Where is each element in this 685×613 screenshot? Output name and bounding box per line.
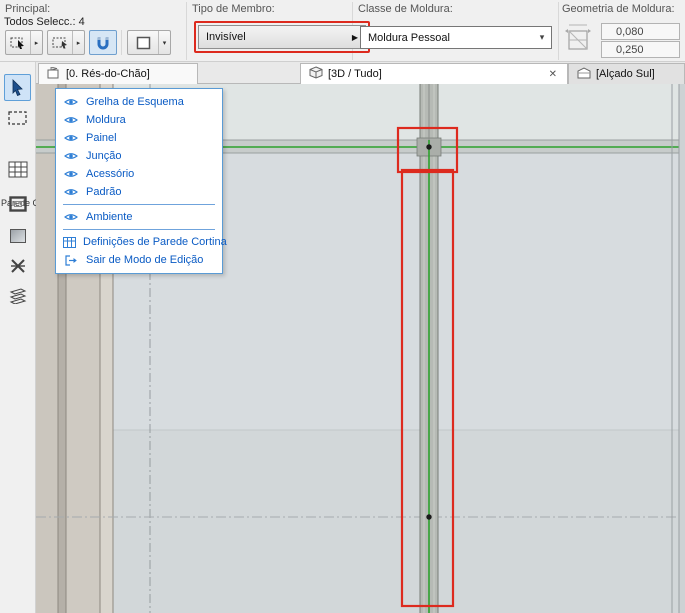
frame-tool[interactable] — [4, 190, 31, 217]
lower-panel-zone — [36, 430, 685, 613]
accessory-icon — [8, 288, 28, 304]
junction-icon — [9, 257, 27, 275]
tab-label: [0. Rés-do-Chão] — [66, 68, 150, 80]
cube-3d-icon — [309, 66, 323, 82]
tab-3d-all[interactable]: [3D / Tudo] ✕ — [300, 63, 568, 84]
tab-label: [Alçado Sul] — [596, 68, 655, 80]
menu-item-junction[interactable]: Junção — [56, 147, 222, 165]
tab-ground-floor[interactable]: [0. Rés-do-Chão] — [38, 63, 198, 84]
tutorial-highlight-box: Invisível ▶ — [194, 21, 370, 53]
select-members-button[interactable]: ▸ — [5, 30, 43, 55]
frame-class-combobox[interactable]: Moldura Pessoal ▾ — [360, 26, 552, 49]
frame-depth-value: 0,250 — [616, 44, 644, 56]
application-window: Principal: Todos Selecc.: 4 ▸ ▸ ▾ — [0, 0, 685, 613]
menu-item-label: Acessório — [86, 168, 134, 180]
menu-item-curtain-wall-settings[interactable]: Definições de Parede Cortina — [56, 233, 222, 251]
elevation-icon — [577, 67, 591, 82]
story-icon — [47, 67, 61, 82]
marquee-cursor-icon — [48, 36, 72, 50]
principal-section-label: Principal: — [5, 3, 50, 15]
close-icon[interactable]: ✕ — [547, 69, 559, 80]
cursor-marquee-icon — [6, 36, 30, 50]
menu-item-label: Junção — [86, 150, 121, 162]
edit-mode-display-menu: Grelha de Esquema Moldura Painel Junção … — [55, 88, 223, 274]
scheme-grid-tool[interactable] — [4, 156, 31, 183]
member-type-dropdown[interactable]: Invisível ▶ — [198, 25, 366, 49]
dropdown-arrow-icon[interactable]: ▸ — [30, 31, 42, 54]
button-separator — [121, 30, 122, 55]
dropdown-arrow-icon[interactable]: ▸ — [72, 31, 84, 54]
menu-item-label: Grelha de Esquema — [86, 96, 184, 108]
tab-south-elevation[interactable]: [Alçado Sul] — [568, 63, 685, 84]
menu-item-scheme-grid[interactable]: Grelha de Esquema — [56, 93, 222, 111]
menu-item-pattern[interactable]: Padrão — [56, 183, 222, 201]
toolbar-separator — [186, 2, 187, 60]
menu-item-label: Moldura — [86, 114, 126, 126]
dropdown-arrow-icon: ▶ — [352, 33, 358, 42]
scheme-grid-icon — [8, 161, 28, 178]
menu-item-frame[interactable]: Moldura — [56, 111, 222, 129]
member-type-value: Invisível — [206, 31, 352, 43]
toolbar-separator — [558, 2, 559, 60]
tool-sidebar: Parede C — [0, 62, 36, 613]
accessory-tool[interactable] — [4, 282, 31, 309]
menu-item-environment[interactable]: Ambiente — [56, 208, 222, 226]
member-type-label: Tipo de Membro: — [192, 3, 275, 15]
menu-separator — [63, 229, 215, 230]
exit-icon — [63, 255, 79, 266]
settings-table-icon — [63, 237, 76, 248]
menu-item-label: Definições de Parede Cortina — [83, 236, 227, 248]
frame-geometry-label: Geometria de Moldura: — [562, 3, 675, 15]
frame-width-value: 0,080 — [616, 26, 644, 38]
frame-depth-field[interactable]: 0,250 — [601, 41, 680, 58]
node-handle-bottom[interactable] — [426, 514, 431, 519]
selection-status-text: Todos Selecc.: 4 — [4, 16, 85, 28]
eye-icon — [63, 133, 79, 143]
panel-display-button[interactable]: ▾ — [127, 30, 171, 55]
eye-icon — [63, 151, 79, 161]
node-handle-top[interactable] — [426, 144, 431, 149]
panel-icon — [9, 228, 27, 244]
eye-icon — [63, 212, 79, 222]
marquee-tool[interactable] — [4, 104, 31, 131]
arrow-select-tool[interactable] — [4, 74, 31, 101]
frame-class-label: Classe de Moldura: — [358, 3, 453, 15]
toolbar: Principal: Todos Selecc.: 4 ▸ ▸ ▾ — [0, 0, 685, 62]
panel-tool[interactable] — [4, 222, 31, 249]
tab-label: [3D / Tudo] — [328, 68, 382, 80]
frame-width-field[interactable]: 0,080 — [601, 23, 680, 40]
menu-separator — [63, 204, 215, 205]
marquee-icon — [8, 111, 27, 125]
eye-icon — [63, 97, 79, 107]
vertical-mullion — [417, 84, 441, 613]
junction-tool[interactable] — [4, 252, 31, 279]
magnet-icon — [90, 35, 116, 51]
marquee-select-button[interactable]: ▸ — [47, 30, 85, 55]
frame-class-value: Moldura Pessoal — [368, 32, 533, 44]
dropdown-arrow-icon[interactable]: ▾ — [158, 31, 170, 54]
combo-chevron-icon: ▾ — [533, 32, 551, 43]
eye-icon — [63, 169, 79, 179]
menu-item-panel[interactable]: Painel — [56, 129, 222, 147]
eye-icon — [63, 115, 79, 125]
view-tab-bar: [0. Rés-do-Chão] [3D / Tudo] ✕ [Alçado S… — [36, 62, 685, 84]
panel-square-icon — [128, 36, 158, 50]
menu-item-label: Painel — [86, 132, 117, 144]
menu-item-exit-edit-mode[interactable]: Sair de Modo de Edição — [56, 251, 222, 269]
eye-icon — [63, 187, 79, 197]
menu-item-accessory[interactable]: Acessório — [56, 165, 222, 183]
magnet-toggle-button[interactable] — [89, 30, 117, 55]
menu-item-label: Ambiente — [86, 211, 132, 223]
frame-icon — [9, 196, 27, 212]
menu-item-label: Padrão — [86, 186, 121, 198]
menu-item-label: Sair de Modo de Edição — [86, 254, 203, 266]
cursor-arrow-icon — [10, 79, 25, 96]
frame-geometry-icon — [563, 23, 595, 60]
